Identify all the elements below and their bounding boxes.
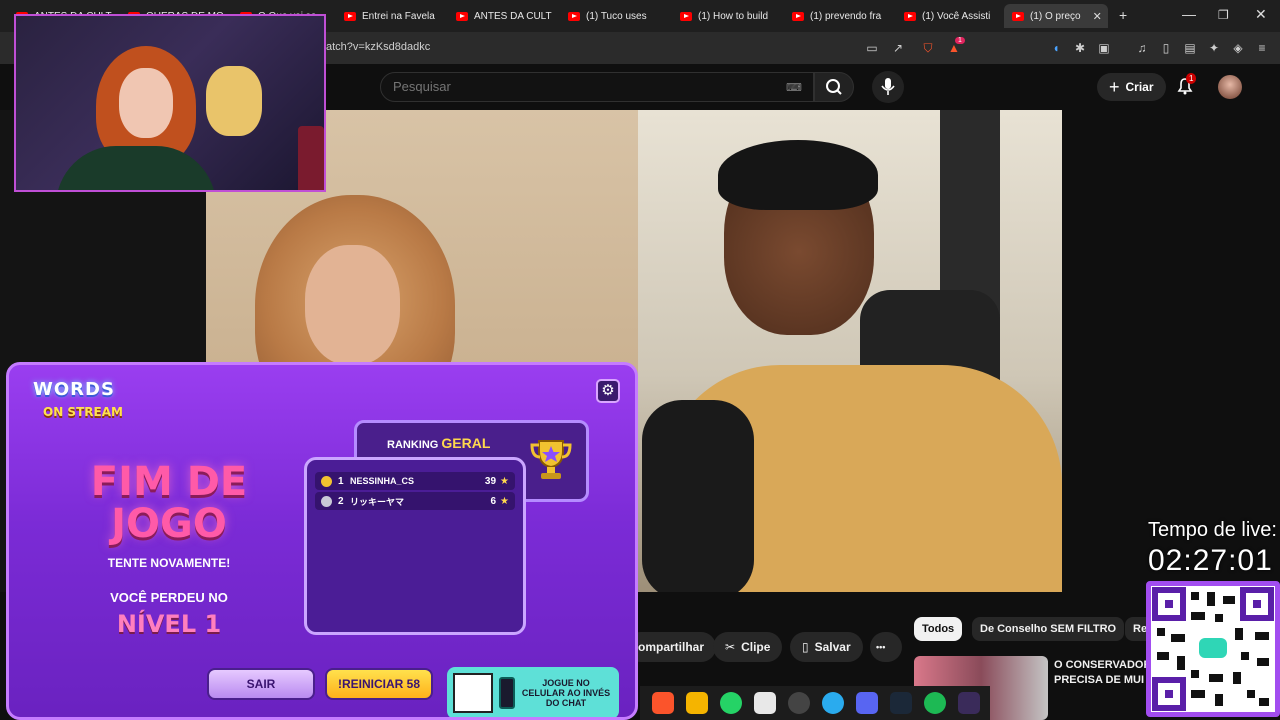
close-window-button[interactable]: ✕: [1255, 6, 1267, 23]
star-icon: ★: [500, 495, 509, 507]
search-icon: [826, 79, 842, 95]
search-button[interactable]: [814, 72, 854, 102]
file-explorer-icon[interactable]: [686, 692, 708, 714]
app-icon[interactable]: [958, 692, 980, 714]
cast-icon[interactable]: ▭: [864, 40, 880, 56]
game-logo: WORDS ON STREAM: [33, 379, 123, 419]
star-icon: ★: [500, 475, 509, 487]
youtube-favicon-icon: [568, 11, 580, 21]
share-button[interactable]: ompartilhar: [626, 632, 717, 662]
youtube-favicon-icon: [792, 11, 804, 21]
shield-badge: 1: [955, 37, 965, 44]
webcam-background-light: [298, 126, 324, 190]
scissors-icon: ✂: [725, 640, 736, 654]
maximize-button[interactable]: ❐: [1218, 8, 1229, 22]
search-input[interactable]: [381, 73, 761, 100]
video-hair-right: [718, 140, 878, 210]
webcam-person-body: [56, 146, 216, 190]
restart-button[interactable]: !REINICIAR 58: [325, 668, 433, 700]
share-page-icon[interactable]: ↗: [890, 40, 906, 56]
qr-code-pattern: [1152, 587, 1274, 711]
telegram-icon[interactable]: [822, 692, 844, 714]
browser-tab[interactable]: (1) Tuco uses: [560, 4, 672, 28]
browser-tab[interactable]: (1) prevendo fra: [784, 4, 896, 28]
music-icon[interactable]: ♫: [1134, 40, 1150, 56]
video-microphone: [642, 400, 754, 592]
recommended-video-title[interactable]: O CONSERVADOR PRECISA DE MUI: [1054, 658, 1146, 688]
capcut-icon[interactable]: [754, 692, 776, 714]
gold-medal-icon: [321, 475, 332, 487]
sidebar-icon[interactable]: ▯: [1158, 40, 1174, 56]
browser-tab[interactable]: Entrei na Favela: [336, 4, 448, 28]
youtube-favicon-icon: [456, 11, 468, 21]
browser-tab[interactable]: (1) Você Assisti: [896, 4, 1002, 28]
stream-timer-value: 02:27:01: [1148, 544, 1273, 577]
keyboard-icon[interactable]: ⌨: [786, 81, 802, 94]
menu-icon[interactable]: ≡: [1254, 40, 1270, 56]
taskbar: [640, 686, 990, 720]
youtube-favicon-icon: [1012, 11, 1024, 21]
chip-channel[interactable]: De Conselho SEM FILTRO: [972, 617, 1125, 641]
trophy-icon: [530, 440, 572, 479]
create-button[interactable]: + Criar: [1097, 73, 1166, 101]
bookmark-icon: ▯: [802, 640, 809, 654]
plus-icon: +: [1109, 76, 1120, 97]
ranking-board: 1 NESSINHA_CS 39 ★ 2 リッキーヤマ 6 ★: [304, 457, 526, 635]
browser-tab-active[interactable]: (1) O preço ✕: [1004, 4, 1108, 28]
lost-at-text: VOCÊ PERDEU NO: [110, 590, 228, 605]
youtube-favicon-icon: [904, 11, 916, 21]
screenshot-icon[interactable]: ▣: [1096, 40, 1112, 56]
minimize-button[interactable]: —: [1182, 6, 1196, 22]
youtube-favicon-icon: [680, 11, 692, 21]
exit-button[interactable]: SAIR: [207, 668, 315, 700]
level-text: NÍVEL 1: [116, 610, 222, 638]
brave-app-icon[interactable]: [652, 692, 674, 714]
leo-icon[interactable]: ✦: [1206, 40, 1222, 56]
more-actions-button[interactable]: •••: [870, 632, 902, 662]
words-on-stream-panel: WORDS ON STREAM ⚙ FIM DE JOGO TENTE NOVA…: [6, 362, 638, 720]
discord-icon[interactable]: [856, 692, 878, 714]
extensions-icon[interactable]: ✱: [1072, 40, 1088, 56]
webcam-person-face: [119, 68, 173, 138]
stream-timer-label: Tempo de live:: [1148, 519, 1277, 541]
qr-code: [1146, 581, 1280, 717]
streamer-webcam: [14, 14, 326, 192]
video-face-left: [305, 245, 400, 365]
avatar[interactable]: [1218, 75, 1242, 99]
wallet-icon[interactable]: ▤: [1182, 40, 1198, 56]
whatsapp-icon[interactable]: [720, 692, 742, 714]
mobile-qr-code: [453, 673, 493, 713]
translate-icon[interactable]: ◖: [1048, 40, 1064, 56]
search-box: ⌨: [380, 72, 814, 102]
obs-icon[interactable]: [788, 692, 810, 714]
close-tab-icon[interactable]: ✕: [1093, 10, 1102, 23]
gear-icon[interactable]: ⚙: [596, 379, 620, 403]
ranking-label: RANKING GERAL: [387, 435, 491, 451]
ranking-row: 2 リッキーヤマ 6 ★: [315, 492, 515, 510]
brave-shield-icon[interactable]: ⛉: [920, 40, 936, 56]
silver-medal-icon: [321, 495, 332, 507]
spotify-icon[interactable]: [924, 692, 946, 714]
play-on-mobile-banner[interactable]: JOGUE NO CELULAR AO INVÉS DO CHAT: [447, 667, 619, 717]
ranking-row: 1 NESSINHA_CS 39 ★: [315, 472, 515, 490]
vpn-icon[interactable]: ◈: [1230, 40, 1246, 56]
voice-search-button[interactable]: [872, 71, 904, 103]
url-field[interactable]: atch?v=kzKsd8dadkc: [326, 41, 430, 53]
chip-all[interactable]: Todos: [914, 617, 963, 641]
clip-button[interactable]: ✂ Clipe: [713, 632, 783, 662]
webcam-plush-toy: [206, 66, 262, 136]
youtube-favicon-icon: [344, 11, 356, 21]
phone-icon: [499, 677, 515, 709]
try-again-text: TENTE NOVAMENTE!: [107, 556, 231, 570]
browser-tab[interactable]: (1) How to build: [672, 4, 784, 28]
save-button[interactable]: ▯ Salvar: [790, 632, 863, 662]
game-over-title: FIM DE JOGO: [90, 459, 248, 547]
browser-tab[interactable]: ANTES DA CULT: [448, 4, 560, 28]
steam-icon[interactable]: [890, 692, 912, 714]
microphone-icon: [881, 78, 895, 95]
new-tab-button[interactable]: +: [1119, 7, 1127, 23]
